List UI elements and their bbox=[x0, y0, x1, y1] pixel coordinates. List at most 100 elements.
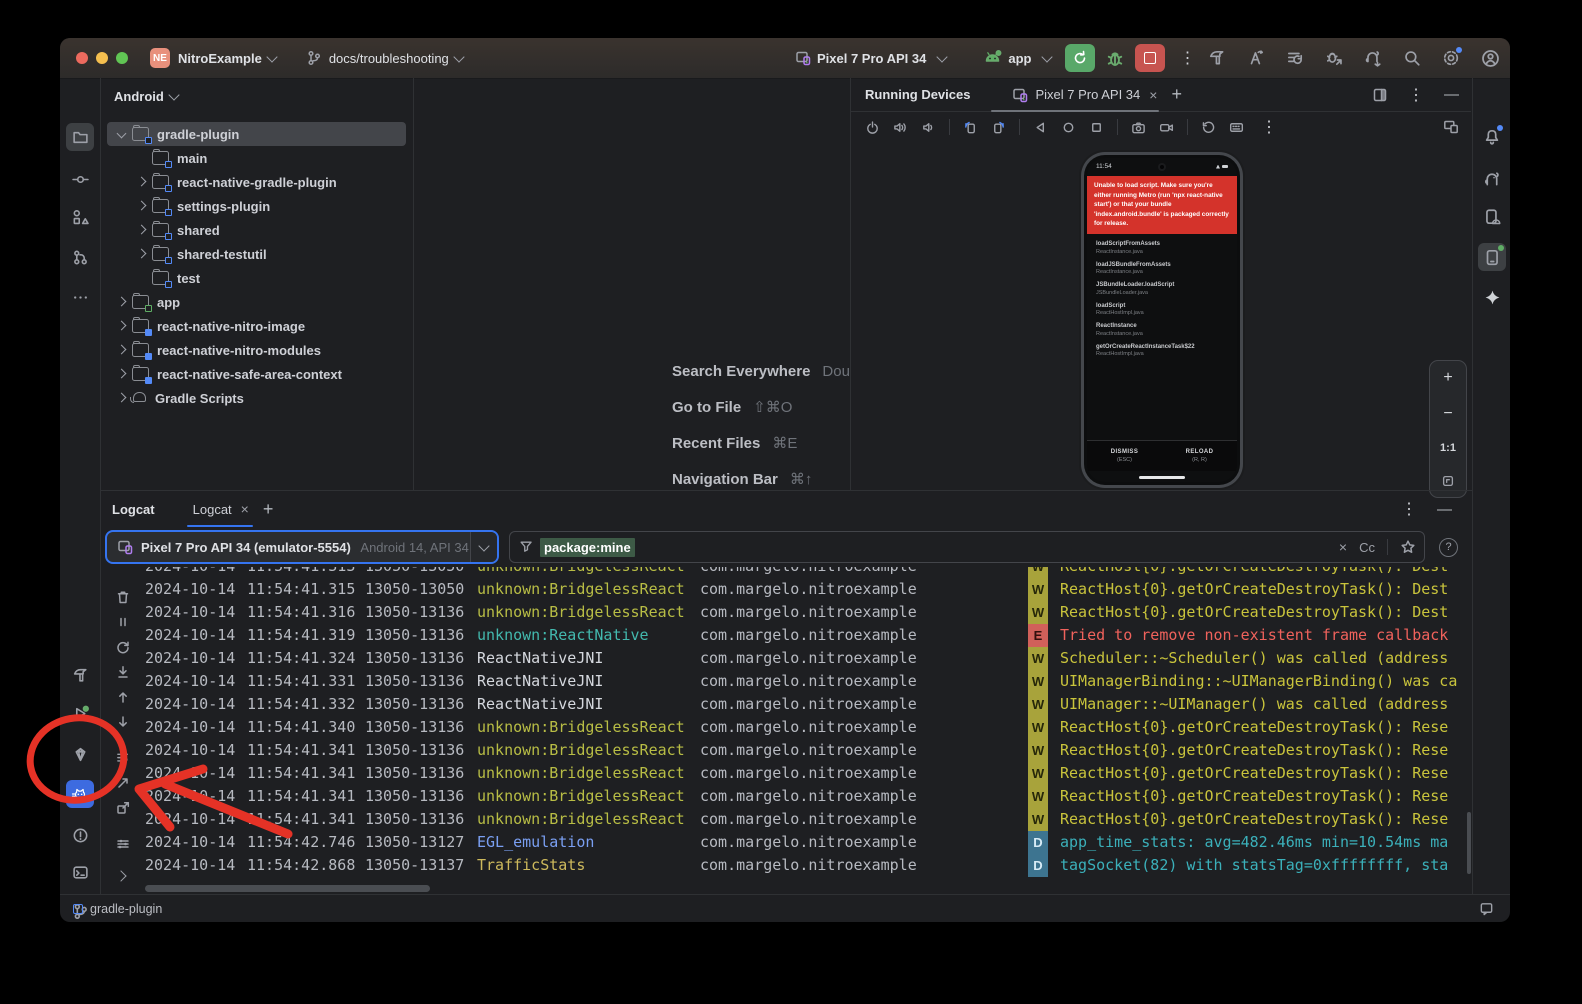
branch-widget[interactable]: docs/troubleshooting bbox=[306, 50, 467, 66]
tree-item[interactable]: react-native-nitro-modules bbox=[107, 338, 406, 362]
tree-chevron-icon[interactable] bbox=[134, 246, 150, 262]
zoom-window-button[interactable] bbox=[116, 52, 128, 64]
reload-button[interactable]: RELOAD (R, R) bbox=[1162, 441, 1237, 471]
favorite-star-icon[interactable] bbox=[1400, 539, 1416, 555]
tree-chevron-icon[interactable] bbox=[134, 270, 150, 286]
panel-options-menu[interactable]: ⋮ bbox=[1404, 85, 1428, 105]
next-occurrence-icon[interactable] bbox=[115, 714, 131, 730]
clear-filter-icon[interactable]: × bbox=[1339, 539, 1347, 555]
snapshot-icon[interactable] bbox=[1201, 120, 1216, 135]
soft-wrap-icon[interactable] bbox=[115, 750, 131, 766]
rotate-right-icon[interactable] bbox=[991, 120, 1006, 135]
new-logcat-tab-button[interactable]: + bbox=[263, 499, 274, 520]
logcat-row[interactable]: 2024-10-14 11:54:41.316 13050-13136 unkn… bbox=[145, 601, 1470, 624]
status-module-label[interactable]: gradle-plugin bbox=[90, 902, 162, 916]
notifications-button[interactable] bbox=[1478, 123, 1506, 151]
tree-chevron-icon[interactable] bbox=[114, 126, 130, 142]
volume-up-icon[interactable] bbox=[893, 120, 908, 135]
input-icon[interactable] bbox=[1229, 120, 1244, 135]
pause-logcat-icon[interactable] bbox=[115, 614, 131, 630]
app-quality-insights-button[interactable] bbox=[66, 740, 94, 768]
logcat-row[interactable]: 2024-10-14 11:54:41.341 13050-13136 unkn… bbox=[145, 739, 1470, 762]
record-icon[interactable] bbox=[1159, 120, 1174, 135]
layout-icon[interactable] bbox=[1372, 87, 1388, 103]
match-case-toggle[interactable]: Cc bbox=[1359, 540, 1375, 555]
export-icon[interactable] bbox=[115, 800, 131, 816]
tree-item[interactable]: Gradle Scripts bbox=[107, 386, 406, 410]
emulator-phone[interactable]: 11:54 Unable to load script. Make sure y… bbox=[1084, 155, 1240, 485]
tree-chevron-icon[interactable] bbox=[134, 150, 150, 166]
help-icon[interactable]: ? bbox=[1439, 538, 1458, 557]
device-dropdown-button[interactable] bbox=[470, 532, 497, 562]
tree-item[interactable]: gradle-plugin bbox=[107, 122, 406, 146]
local-history-icon[interactable] bbox=[1286, 49, 1304, 67]
code-inspection-icon[interactable] bbox=[1247, 49, 1265, 67]
previous-occurrence-icon[interactable] bbox=[115, 689, 131, 705]
logcat-filter-field[interactable]: package:mine × Cc bbox=[509, 531, 1425, 563]
logcat-row[interactable]: 2024-10-14 11:54:42.868 13050-13137 Traf… bbox=[145, 854, 1470, 877]
device-tab[interactable]: Pixel 7 Pro API 34 × bbox=[1012, 87, 1157, 103]
rerun-button[interactable] bbox=[1065, 44, 1095, 72]
logcat-tool-button[interactable] bbox=[66, 780, 94, 808]
more-tools-button[interactable] bbox=[66, 283, 94, 311]
minimize-panel-button[interactable]: — bbox=[1437, 501, 1452, 518]
logcat-device-selector[interactable]: Pixel 7 Pro API 34 (emulator-5554) Andro… bbox=[105, 530, 499, 564]
logcat-log-list[interactable]: 2024-10-14 11:54:41.313 13050-13050 unkn… bbox=[145, 567, 1470, 879]
search-icon[interactable] bbox=[1403, 49, 1421, 67]
project-name[interactable]: NitroExample bbox=[178, 51, 262, 66]
dismiss-button[interactable]: DISMISS (ESC) bbox=[1087, 441, 1162, 471]
run-config-selector[interactable]: app bbox=[984, 50, 1055, 66]
tree-chevron-icon[interactable] bbox=[114, 318, 130, 334]
logcat-row[interactable]: 2024-10-14 11:54:41.331 13050-13136 Reac… bbox=[145, 670, 1470, 693]
build-icon[interactable] bbox=[1208, 49, 1226, 67]
logcat-row[interactable]: 2024-10-14 11:54:42.746 13050-13127 EGL_… bbox=[145, 831, 1470, 854]
logcat-row[interactable]: 2024-10-14 11:54:41.313 13050-13050 unkn… bbox=[145, 567, 1470, 578]
minimize-window-button[interactable] bbox=[96, 52, 108, 64]
logcat-row[interactable]: 2024-10-14 11:54:41.340 13050-13136 unkn… bbox=[145, 716, 1470, 739]
logcat-settings-icon[interactable] bbox=[115, 836, 131, 852]
restart-logcat-icon[interactable] bbox=[115, 639, 131, 655]
add-device-tab-button[interactable]: + bbox=[1171, 84, 1182, 105]
pull-requests-tool-button[interactable] bbox=[66, 243, 94, 271]
tree-chevron-icon[interactable] bbox=[134, 198, 150, 214]
logcat-row[interactable]: 2024-10-14 11:54:41.341 13050-13136 unkn… bbox=[145, 785, 1470, 808]
logcat-options-menu[interactable]: ⋮ bbox=[1397, 499, 1421, 519]
phone-screen[interactable]: 11:54 Unable to load script. Make sure y… bbox=[1087, 158, 1237, 482]
close-tab-icon[interactable]: × bbox=[241, 501, 249, 517]
filter-query-text[interactable]: package:mine bbox=[540, 538, 635, 557]
logcat-row[interactable]: 2024-10-14 11:54:41.315 13050-13050 unkn… bbox=[145, 578, 1470, 601]
logcat-row[interactable]: 2024-10-14 11:54:41.332 13050-13136 Reac… bbox=[145, 693, 1470, 716]
zoom-in-button[interactable]: + bbox=[1443, 370, 1452, 386]
logcat-row[interactable]: 2024-10-14 11:54:41.324 13050-13136 Reac… bbox=[145, 647, 1470, 670]
tree-item[interactable]: shared bbox=[107, 218, 406, 242]
logcat-row[interactable]: 2024-10-14 11:54:41.341 13050-13136 unkn… bbox=[145, 808, 1470, 831]
tree-chevron-icon[interactable] bbox=[134, 222, 150, 238]
zoom-out-button[interactable]: − bbox=[1443, 406, 1452, 422]
close-window-button[interactable] bbox=[76, 52, 88, 64]
back-icon[interactable] bbox=[1033, 120, 1048, 135]
zoom-reset-button[interactable]: 1:1 bbox=[1440, 443, 1456, 454]
tree-item[interactable]: react-native-safe-area-context bbox=[107, 362, 406, 386]
settings-button[interactable] bbox=[1442, 49, 1460, 67]
emulator-more-menu[interactable]: ⋮ bbox=[1257, 117, 1281, 137]
project-view-selector[interactable]: Android bbox=[100, 78, 413, 114]
gradle-tool-button[interactable] bbox=[1478, 165, 1506, 193]
tree-chevron-icon[interactable] bbox=[114, 342, 130, 358]
run-tool-button[interactable] bbox=[66, 699, 94, 727]
tree-chevron-icon[interactable] bbox=[134, 174, 150, 190]
tree-item[interactable]: test bbox=[107, 266, 406, 290]
filter-funnel-icon[interactable] bbox=[518, 539, 534, 555]
tree-item[interactable]: shared-testutil bbox=[107, 242, 406, 266]
rotate-left-icon[interactable] bbox=[963, 120, 978, 135]
tree-chevron-icon[interactable] bbox=[114, 366, 130, 382]
home-icon[interactable] bbox=[1061, 120, 1076, 135]
more-actions-menu[interactable]: ⋮ bbox=[1175, 48, 1199, 68]
restore-view-icon[interactable] bbox=[115, 775, 131, 791]
account-icon[interactable] bbox=[1481, 49, 1500, 68]
tree-item[interactable]: react-native-gradle-plugin bbox=[107, 170, 406, 194]
tree-item[interactable]: app bbox=[107, 290, 406, 314]
commit-tool-button[interactable] bbox=[66, 165, 94, 193]
screenshot-icon[interactable] bbox=[1131, 120, 1146, 135]
clear-logcat-icon[interactable] bbox=[115, 589, 131, 605]
logcat-tab[interactable]: Logcat × bbox=[193, 491, 249, 527]
